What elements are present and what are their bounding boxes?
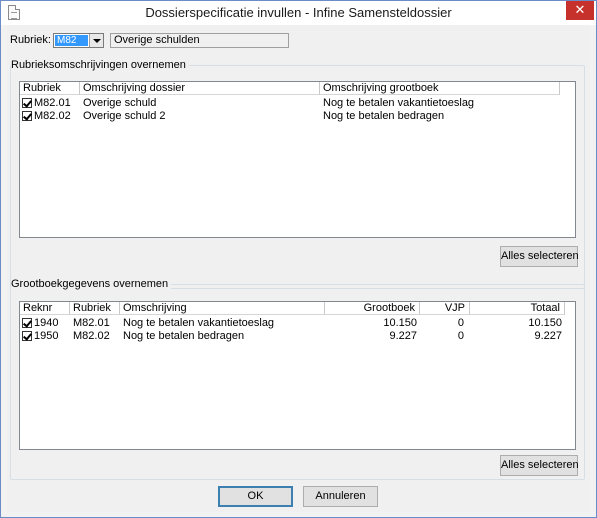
cell-totaal: 10.150 [528,317,562,329]
group-title-rubrieksomschrijvingen: Rubrieksomschrijvingen overnemen [11,59,189,72]
rubriek-selected-value: M82 [55,35,88,46]
cell-grootboek: 10.150 [383,317,417,329]
select-all-button[interactable]: Alles selecteren [500,246,579,267]
column-header-rubriek[interactable]: Rubriek [20,82,80,95]
window-title: Dossierspecificatie invullen - Infine Sa… [145,5,452,20]
column-header-vjp[interactable]: VJP [420,302,470,315]
select-all-button[interactable]: Alles selecteren [500,455,579,476]
cell-rubriek: M82.01 [34,97,71,109]
rubriek-description-field: Overige schulden [110,33,289,48]
group-title-grootboekgegevens: Grootboekgegevens overnemen [11,278,172,291]
rubriek-omschrijvingen-group: Rubrieksomschrijvingen overnemen Rubriek… [10,59,585,289]
close-button[interactable]: ✕ [566,1,594,20]
cell-omschrijving: Nog te betalen bedragen [123,330,245,342]
column-header-omschrijving-dossier[interactable]: Omschrijving dossier [80,82,320,95]
rubriek-omschrijvingen-list[interactable]: Rubriek Omschrijving dossier Omschrijvin… [19,81,576,238]
cell-rubriek: M82.01 [73,317,110,329]
rubriek-label: Rubriek: [10,34,51,46]
column-header-grootboek[interactable]: Grootboek [325,302,420,315]
cell-reknr: 1950 [34,330,59,342]
column-header-totaal[interactable]: Totaal [470,302,565,315]
cell-rubriek: M82.02 [73,330,110,342]
dialog-window: Dossierspecificatie invullen - Infine Sa… [0,0,597,518]
cell-reknr: 1940 [34,317,59,329]
cell-omschrijving-dossier: Overige schuld [83,97,157,109]
ok-button[interactable]: OK [218,486,293,507]
grootboekgegevens-list[interactable]: Reknr Rubriek Omschrijving Grootboek VJP… [19,301,576,450]
cell-omschrijving-grootboek: Nog te betalen vakantietoeslag [323,97,475,109]
cell-grootboek: 9.227 [389,330,417,342]
cell-totaal: 9.227 [534,330,562,342]
cell-vjp: 0 [457,317,464,329]
close-icon: ✕ [574,2,586,17]
cell-omschrijving-dossier: Overige schuld 2 [83,110,166,122]
row-checkbox[interactable] [22,98,32,108]
row-checkbox[interactable] [22,318,32,328]
title-bar[interactable]: Dossierspecificatie invullen - Infine Sa… [1,1,596,25]
cell-omschrijving-grootboek: Nog te betalen bedragen [323,110,445,122]
dialog-content: Rubriek: M82 Overige schulden Rubrieksom… [7,25,590,512]
cancel-button[interactable]: Annuleren [303,486,378,507]
column-header-omschrijving[interactable]: Omschrijving [120,302,325,315]
chevron-down-icon[interactable] [89,34,103,47]
rubriek-dropdown[interactable]: M82 [53,33,104,48]
cell-rubriek: M82.02 [34,110,71,122]
column-header-omschrijving-grootboek[interactable]: Omschrijving grootboek [320,82,560,95]
column-header-reknr[interactable]: Reknr [20,302,70,315]
column-header-rubriek[interactable]: Rubriek [70,302,120,315]
row-checkbox[interactable] [22,111,32,121]
row-checkbox[interactable] [22,331,32,341]
cell-omschrijving: Nog te betalen vakantietoeslag [123,317,275,329]
cell-vjp: 0 [457,330,464,342]
grootboekgegevens-group: Grootboekgegevens overnemen Reknr Rubrie… [10,278,585,480]
